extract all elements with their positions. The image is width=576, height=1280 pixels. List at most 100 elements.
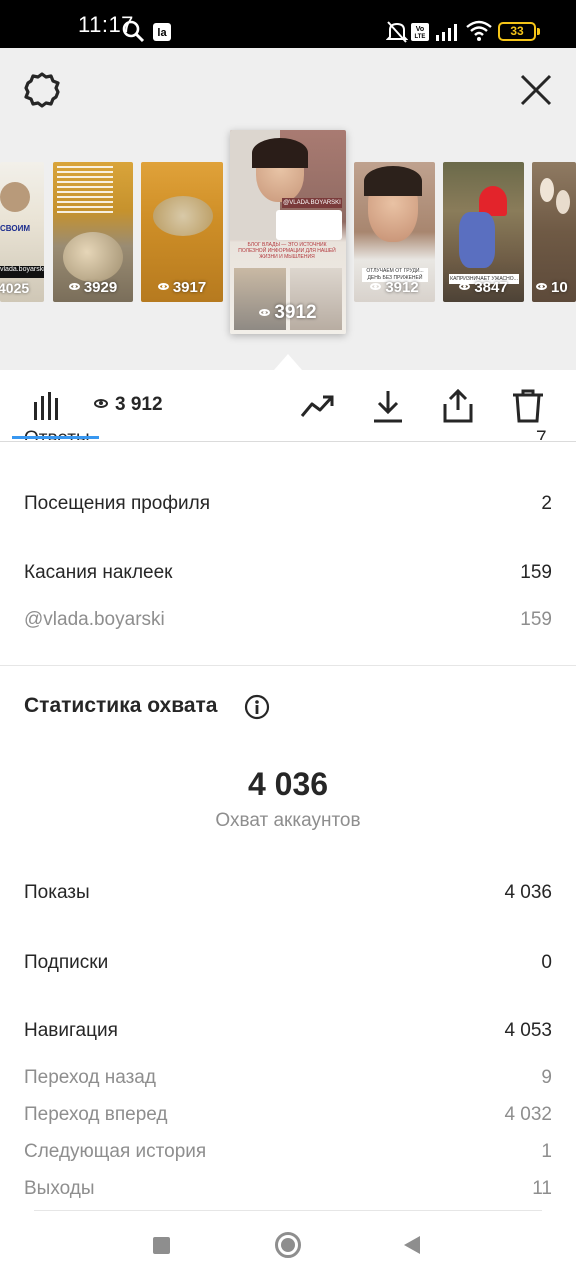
thumb-photo bbox=[63, 232, 123, 282]
stat-label: Показы bbox=[24, 882, 90, 903]
stat-row-sticker-taps[interactable]: Касания наклеек 159 bbox=[24, 562, 552, 584]
eye-icon bbox=[157, 283, 169, 290]
stat-row-next-story: Следующая история 1 bbox=[24, 1141, 552, 1163]
selection-pointer bbox=[274, 354, 302, 370]
stat-row-forward: Переход вперед 4 032 bbox=[24, 1104, 552, 1126]
views-count-text: 3 912 bbox=[115, 394, 163, 415]
active-tab-indicator bbox=[12, 436, 99, 439]
thumb-flower bbox=[556, 190, 570, 214]
stat-value: 159 bbox=[520, 609, 552, 630]
eye-icon bbox=[94, 399, 108, 408]
stat-value: 4 032 bbox=[504, 1104, 552, 1125]
stat-value: 159 bbox=[520, 562, 552, 583]
stat-label: Переход вперед bbox=[24, 1104, 168, 1125]
close-icon[interactable] bbox=[516, 70, 556, 110]
story-thumbnail[interactable]: СВОИМ vlada.boyarski 4025 bbox=[0, 162, 44, 302]
thumb-count-text: 3912 bbox=[385, 279, 419, 296]
eye-icon bbox=[259, 309, 271, 316]
wifi-icon bbox=[466, 20, 492, 41]
share-icon[interactable] bbox=[440, 388, 476, 424]
svg-text:LTE: LTE bbox=[415, 34, 426, 40]
thumb-count-text: 3847 bbox=[474, 279, 508, 296]
stat-label: Подписки bbox=[24, 952, 109, 973]
stat-label: @vlada.boyarski bbox=[24, 609, 165, 630]
stat-value: 11 bbox=[532, 1178, 552, 1199]
svg-text:Vo: Vo bbox=[416, 26, 424, 33]
stat-row-exits: Выходы 11 bbox=[24, 1178, 552, 1200]
signal-icon bbox=[436, 24, 457, 41]
story-thumbnail[interactable]: КАПРИЗНИЧАЕТ УЖАСНО... 3847 bbox=[443, 162, 524, 302]
thumb-hair bbox=[252, 138, 308, 168]
stat-row-mention-sticker: @vlada.boyarski 159 bbox=[24, 609, 552, 631]
thumb-view-count: 3929 bbox=[53, 279, 133, 296]
stat-value: 4 053 bbox=[504, 1020, 552, 1041]
story-thumbnail-selected[interactable]: @VLADA.BOYARSKI БЛОГ ВЛАДЫ — ЭТО ИСТОЧНИ… bbox=[230, 130, 346, 334]
stat-row-impressions: Показы 4 036 bbox=[24, 882, 552, 904]
back-triangle-icon[interactable] bbox=[404, 1236, 420, 1254]
thumb-handle: @VLADA.BOYARSKI bbox=[282, 198, 342, 208]
thumb-view-count: 4025 bbox=[0, 280, 30, 296]
thumb-count-text: 10 bbox=[551, 279, 568, 296]
thumb-count-text: 3912 bbox=[274, 302, 317, 323]
thumb-count-text: 3917 bbox=[172, 279, 207, 296]
story-thumbnail[interactable]: 10 bbox=[532, 162, 576, 302]
thumb-photo bbox=[0, 182, 30, 212]
accounts-reached-value: 4 036 bbox=[247, 766, 329, 802]
promote-trend-icon[interactable] bbox=[300, 388, 336, 424]
thumb-text-block bbox=[57, 166, 113, 216]
stat-value: 1 bbox=[541, 1141, 552, 1162]
stat-label: Следующая история bbox=[24, 1141, 207, 1162]
story-thumbnail[interactable]: 3917 bbox=[141, 162, 223, 302]
stat-value: 0 bbox=[541, 952, 552, 973]
views-counter: 3 912 bbox=[94, 394, 163, 416]
search-icon bbox=[122, 20, 145, 43]
eye-icon bbox=[536, 283, 547, 290]
thumb-photo bbox=[153, 196, 213, 236]
stat-label: Посещения профиля bbox=[24, 493, 210, 514]
story-thumbnail[interactable]: ОТЛУЧАЕМ ОТ ГРУДИ... ДЕНЬ БЕЗ ПРИЖЕНЕЙ 3… bbox=[354, 162, 435, 302]
insights-bar-chart-icon[interactable] bbox=[30, 388, 66, 424]
recents-square-icon[interactable] bbox=[153, 1237, 170, 1254]
volte-icon: Vo LTE bbox=[411, 23, 429, 41]
stat-label: Касания наклеек bbox=[24, 562, 173, 583]
stat-label: Переход назад bbox=[24, 1067, 156, 1088]
thumb-hair bbox=[364, 166, 422, 196]
accounts-reached-label: Охват аккаунтов bbox=[215, 810, 361, 831]
stat-value: 2 bbox=[541, 493, 552, 514]
info-icon[interactable] bbox=[244, 694, 270, 720]
thumb-view-count: 3917 bbox=[141, 279, 223, 296]
stat-row-follows: Подписки 0 bbox=[24, 952, 552, 974]
download-icon[interactable] bbox=[370, 388, 406, 424]
settings-gear-icon[interactable] bbox=[22, 70, 62, 110]
home-circle-icon[interactable] bbox=[275, 1232, 301, 1258]
section-title: Статистика охвата bbox=[24, 694, 218, 717]
story-thumbnail[interactable]: 3929 bbox=[53, 162, 133, 302]
stat-row-navigation: Навигация 4 053 bbox=[24, 1020, 552, 1042]
eye-icon bbox=[68, 283, 80, 290]
bell-muted-icon bbox=[386, 21, 408, 43]
thumb-caption: СВОИМ bbox=[0, 224, 30, 233]
eye-icon bbox=[459, 283, 471, 290]
thumb-handle: vlada.boyarski bbox=[0, 266, 44, 278]
thumb-view-count: 3912 bbox=[230, 302, 346, 324]
thumb-caption: БЛОГ ВЛАДЫ — ЭТО ИСТОЧНИК ПОЛЕЗНОЙ ИНФОР… bbox=[238, 242, 336, 260]
stat-label: Выходы bbox=[24, 1178, 95, 1199]
thumb-message-bubble bbox=[276, 210, 342, 240]
app-notification-icon: la bbox=[153, 23, 171, 41]
stat-label: Навигация bbox=[24, 1020, 118, 1041]
thumb-view-count: 10 bbox=[536, 279, 576, 296]
stat-row-profile-visits: Посещения профиля 2 bbox=[24, 493, 552, 515]
thumb-count-text: 3929 bbox=[83, 279, 118, 296]
thumb-flower bbox=[540, 178, 554, 202]
stat-row-back: Переход назад 9 bbox=[24, 1067, 552, 1089]
delete-trash-icon[interactable] bbox=[510, 388, 546, 424]
nav-divider bbox=[34, 1210, 542, 1211]
stat-value: 9 bbox=[541, 1067, 552, 1088]
eye-icon bbox=[370, 283, 382, 290]
battery-tip bbox=[537, 28, 540, 35]
thumb-view-count: 3912 bbox=[354, 279, 435, 296]
stat-value: 4 036 bbox=[504, 882, 552, 903]
thumb-view-count: 3847 bbox=[443, 279, 524, 296]
section-divider bbox=[0, 665, 576, 666]
battery-icon: 33 bbox=[498, 22, 536, 41]
